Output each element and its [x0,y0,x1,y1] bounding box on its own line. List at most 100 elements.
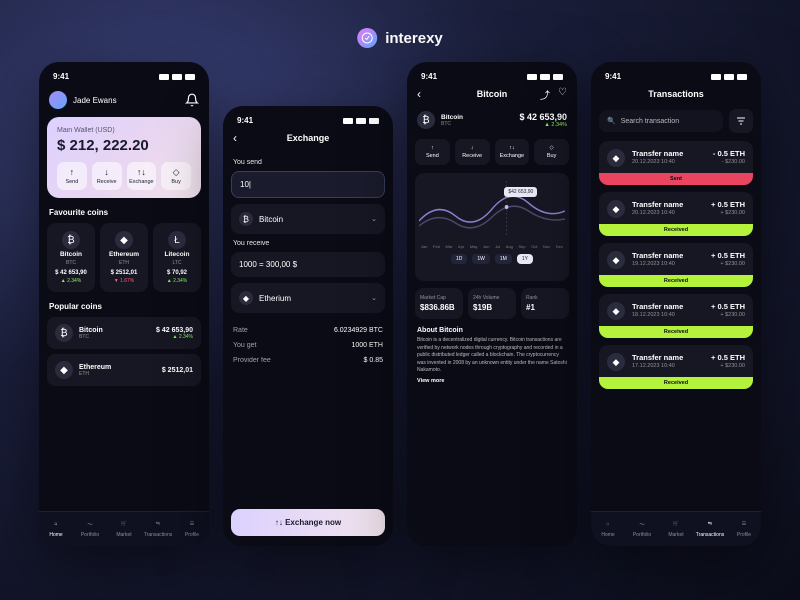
stat-card: Market Cap$836.86B [415,288,463,319]
view-more-button[interactable]: View more [417,378,567,384]
tab-transactions[interactable]: ⇋Transactions [693,518,727,538]
page-title: Bitcoin [477,89,508,99]
tab-portfolio[interactable]: 〜Portfolio [625,518,659,538]
transaction-card[interactable]: ◆Transfer name20.12.2023 10:40+ 0.5 ETH+… [599,192,753,236]
search-input[interactable]: 🔍Search transaction [599,110,723,132]
tab-portfolio[interactable]: 〜Portfolio [73,518,107,538]
fav-coin-card[interactable]: ◆EthereumETH$ 2512,01▼ 1.67% [100,223,148,292]
popular-coin-row[interactable]: ◆EthereumETH$ 2512,01 [47,354,201,386]
transaction-tag: Sent [599,173,753,185]
send-button[interactable]: ↑Send [57,162,87,190]
rate-row: Rate6.0234929 BTC [231,323,385,338]
coin-change: ▲ 2.34% [519,122,567,128]
wallet-actions: ↑Send ↓Receive ↑↓Exchange ◇Buy [57,162,191,190]
receive-label: You receive [233,240,383,247]
coin-icon: ₿ [55,324,73,342]
ethereum-icon: ◆ [607,251,625,269]
tab-profile[interactable]: ☰Profile [175,518,209,538]
transaction-tag: Received [599,326,753,338]
exchange-button[interactable]: ↑↓Exchange [495,139,530,165]
rate-row: Provider fee$ 0.85 [231,353,385,368]
back-button[interactable]: ‹ [233,131,237,145]
page-title: Exchange [287,133,330,143]
exchange-button[interactable]: ↑↓Exchange [127,162,157,190]
receive-button[interactable]: ↓Receive [92,162,122,190]
brand-logo: interexy [357,28,443,48]
transaction-card[interactable]: ◆Transfer name18.12.2023 10:40+ 0.5 ETH+… [599,294,753,338]
chevron-down-icon: ⌄ [371,294,377,302]
tab-home[interactable]: ⌂Home [39,518,73,538]
ethereum-icon: ◆ [607,200,625,218]
receive-amount: 1000 = 300,00 $ [231,252,385,277]
transaction-card[interactable]: ◆Transfer name17.12.2023 10:40+ 0.5 ETH+… [599,345,753,389]
tab-bar: ⌂Home〜Portfolio🛒Market⇋Transactions☰Prof… [39,511,209,546]
send-amount-input[interactable]: 10| [231,171,385,198]
rate-row: You get1000 ETH [231,338,385,353]
ethereum-icon: ◆ [607,302,625,320]
status-bar: 9:41 [415,72,569,87]
fav-coin-card[interactable]: ŁLitecoinLTC$ 70,92▲ 2.34% [153,223,201,292]
receive-coin-select[interactable]: ◆ Etherium⌄ [231,283,385,313]
wallet-amount: $ 212, 222.20 [57,137,191,154]
popular-coin-row[interactable]: ₿BitcoinBTC$ 42 653,90▲ 2.34% [47,317,201,349]
price-chart[interactable]: $42 653,90 JanFebMarAprMayJunJulAugSepOc… [415,173,569,281]
exchange-now-button[interactable]: ↑↓ Exchange now [231,509,385,536]
coin-icon: ◆ [55,361,73,379]
screen-exchange: 9:41 ‹ Exchange You send 10| ₿ Bitcoin⌄ … [223,106,393,546]
brand-text: interexy [385,30,443,47]
about-title: About Bitcoin [417,327,567,334]
range-1M[interactable]: 1M [495,254,512,264]
avatar [49,91,67,109]
tab-market[interactable]: 🛒Market [659,518,693,538]
bell-icon[interactable] [185,93,199,107]
wallet-card: Main Wallet (USD) $ 212, 222.20 ↑Send ↓R… [47,117,201,198]
chevron-down-icon: ⌄ [371,215,377,223]
send-button[interactable]: ↑Send [415,139,450,165]
tab-profile[interactable]: ☰Profile [727,518,761,538]
range-1D[interactable]: 1D [451,254,467,264]
buy-button[interactable]: ◇Buy [161,162,191,190]
popular-title: Popular coins [49,302,199,311]
ethereum-icon: ◆ [607,353,625,371]
screen-home: 9:41 Jade Ewans Main Wallet (USD) $ 212,… [39,62,209,546]
transaction-tag: Received [599,377,753,389]
status-bar: 9:41 [47,72,201,87]
favourite-title: Favourite coins [49,208,199,217]
user-name: Jade Ewans [73,96,117,105]
screen-transactions: 9:41 Transactions 🔍Search transaction ◆T… [591,62,761,546]
receive-button[interactable]: ↓Receive [455,139,490,165]
stat-card: Rank#1 [521,288,569,319]
chart-tooltip: $42 653,90 [504,187,537,197]
search-icon: 🔍 [607,117,616,125]
bitcoin-icon: ₿ [417,111,435,129]
brand-icon [357,28,377,48]
back-button[interactable]: ‹ [417,87,421,101]
tab-home[interactable]: ⌂Home [591,518,625,538]
user-profile[interactable]: Jade Ewans [49,91,117,109]
page-title: Transactions [648,89,704,99]
buy-button[interactable]: ◇Buy [534,139,569,165]
share-icon[interactable]: ⤴ [540,87,550,102]
send-coin-select[interactable]: ₿ Bitcoin⌄ [231,204,385,234]
transaction-card[interactable]: ◆Transfer name19.12.2023 10:40+ 0.5 ETH+… [599,243,753,287]
coin-icon: ₿ [62,231,80,249]
fav-coin-card[interactable]: ₿BitcoinBTC$ 42 653,90▲ 2.34% [47,223,95,292]
range-1Y[interactable]: 1Y [517,254,533,264]
ethereum-icon: ◆ [607,149,625,167]
coin-icon: Ł [168,231,186,249]
transaction-tag: Received [599,275,753,287]
coin-price: $ 42 653,90 [519,112,567,122]
send-label: You send [233,159,383,166]
status-bar: 9:41 [599,72,753,87]
status-bar: 9:41 [231,116,385,131]
filter-button[interactable] [729,109,753,133]
transaction-tag: Received [599,224,753,236]
stat-card: 24h Volume$19B [468,288,516,319]
tab-transactions[interactable]: ⇋Transactions [141,518,175,538]
screen-coin-detail: 9:41 ‹ Bitcoin ⤴♡ ₿ Bitcoin BTC $ 42 653… [407,62,577,546]
transaction-card[interactable]: ◆Transfer name20.12.2023 10:40- 0.5 ETH-… [599,141,753,185]
about-text: Bitcoin is a decentralized digital curre… [417,337,567,375]
range-1W[interactable]: 1W [472,254,490,264]
heart-icon[interactable]: ♡ [558,87,567,102]
tab-market[interactable]: 🛒Market [107,518,141,538]
